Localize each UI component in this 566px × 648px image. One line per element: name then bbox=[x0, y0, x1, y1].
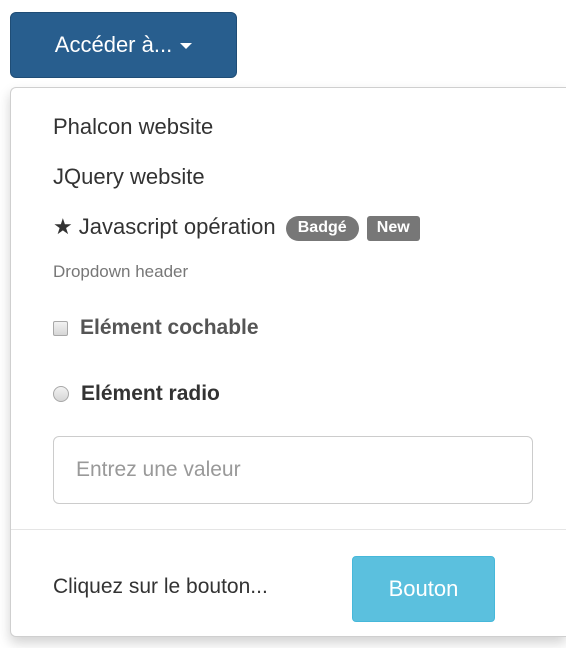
menu-divider bbox=[11, 529, 566, 530]
menu-item-jquery[interactable]: JQuery website bbox=[53, 164, 205, 190]
dropdown-header: Dropdown header bbox=[53, 262, 189, 281]
radio-item[interactable]: Elément radio bbox=[53, 382, 220, 406]
radio-button[interactable] bbox=[53, 386, 69, 402]
dropdown-toggle-label: Accéder à... bbox=[54, 32, 173, 57]
new-label-tag: New bbox=[366, 216, 420, 241]
value-input[interactable] bbox=[53, 436, 533, 504]
dropdown-menu: Phalcon website JQuery website ★ Javascri… bbox=[10, 87, 566, 637]
checkbox-item[interactable]: Elément cochable bbox=[53, 316, 259, 340]
bouton-button[interactable]: Bouton bbox=[352, 556, 495, 622]
dropdown-toggle-button[interactable]: Accéder à... bbox=[10, 12, 237, 78]
menu-item-label: Phalcon website bbox=[53, 114, 214, 139]
menu-item-javascript[interactable]: ★ Javascript opération Badgé New bbox=[53, 214, 420, 241]
star-icon: ★ bbox=[53, 214, 73, 239]
menu-item-label: Javascript opération bbox=[78, 214, 276, 239]
badge: Badgé bbox=[285, 216, 359, 241]
footer-text: Cliquez sur le bouton... bbox=[53, 575, 268, 598]
radio-label: Elément radio bbox=[81, 382, 220, 405]
checkbox-label: Elément cochable bbox=[80, 316, 259, 339]
checkbox[interactable] bbox=[53, 320, 68, 336]
menu-item-phalcon[interactable]: Phalcon website bbox=[53, 114, 213, 140]
menu-item-label: JQuery website bbox=[53, 164, 205, 189]
caret-down-icon bbox=[180, 43, 193, 49]
